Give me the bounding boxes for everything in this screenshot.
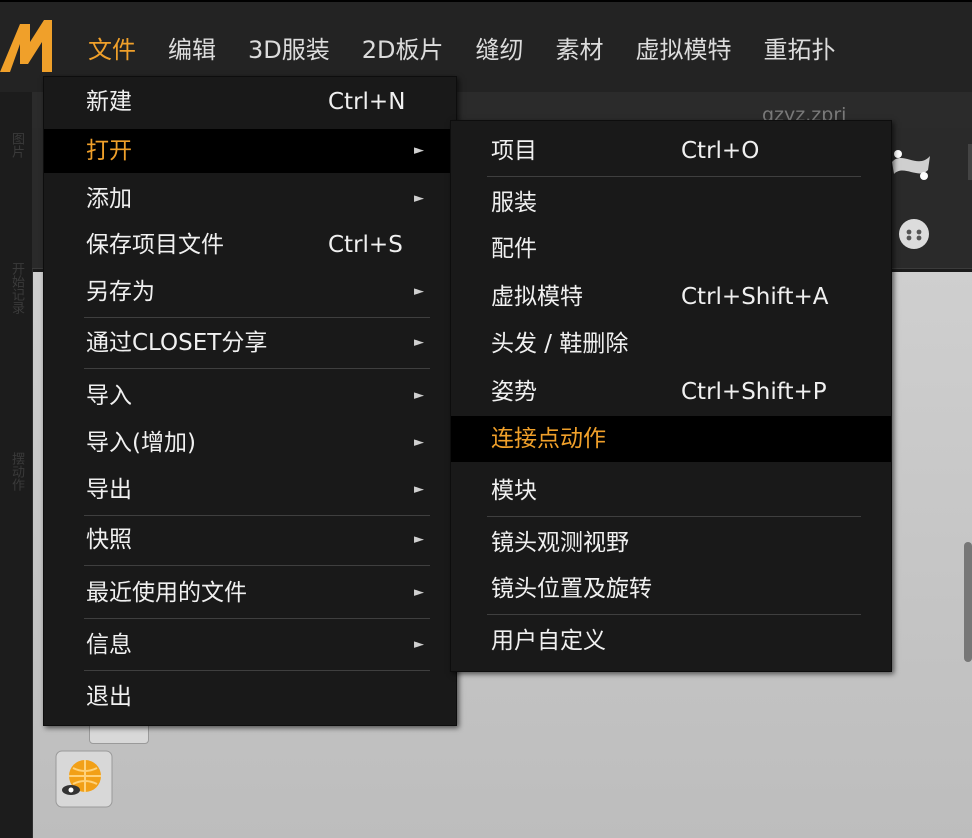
- file-menu-item-info[interactable]: 信息 ►: [44, 623, 456, 667]
- left-toolbar: 图片 开始记录 摆动作: [0, 92, 33, 838]
- file-menu-item-add[interactable]: 添加 ►: [44, 177, 456, 221]
- file-menu-item-new[interactable]: 新建 Ctrl+N: [44, 80, 456, 124]
- open-submenu-item-label: 配件: [491, 236, 537, 262]
- menu-materials[interactable]: 素材: [540, 30, 620, 70]
- file-menu-item-label: 信息: [86, 632, 132, 658]
- menu-file[interactable]: 文件: [72, 30, 152, 70]
- file-menu-item-label: 添加: [86, 186, 132, 212]
- menu-retopology[interactable]: 重拓扑: [748, 30, 852, 70]
- open-submenu-item-camera-fov[interactable]: 镜头观测视野: [451, 521, 891, 565]
- file-menu-item-import-add[interactable]: 导入(增加) ►: [44, 421, 456, 465]
- submenu-arrow-icon: ►: [414, 435, 424, 450]
- open-submenu-item-label: 用户自定义: [491, 628, 606, 654]
- logo-icon: [0, 20, 52, 72]
- left-label-pose[interactable]: 摆动作: [4, 452, 26, 491]
- file-menu-item-save-as[interactable]: 另存为 ►: [44, 270, 456, 314]
- open-submenu-item-pose[interactable]: 姿势 Ctrl+Shift+P: [451, 370, 891, 414]
- submenu-arrow-icon: ►: [414, 388, 424, 403]
- shortcut-label: Ctrl+O: [681, 138, 760, 164]
- file-menu-item-open[interactable]: 打开 ►: [44, 129, 456, 173]
- fabric-tool-icon[interactable]: [888, 140, 934, 186]
- file-menu-item-closet-share[interactable]: 通过CLOSET分享 ►: [44, 321, 456, 365]
- open-submenu-item-camera-position[interactable]: 镜头位置及旋转: [451, 567, 891, 611]
- file-menu-item-recent[interactable]: 最近使用的文件 ►: [44, 571, 456, 615]
- file-menu-item-label: 最近使用的文件: [86, 580, 247, 606]
- open-submenu-item-label: 虚拟模特: [491, 284, 583, 310]
- open-submenu-item-avatar[interactable]: 虚拟模特 Ctrl+Shift+A: [451, 275, 891, 319]
- open-submenu-item-label: 姿势: [491, 379, 537, 405]
- left-label-record[interactable]: 开始记录: [4, 262, 26, 314]
- file-menu-item-label: 另存为: [86, 279, 155, 305]
- toolbar-divider: [968, 144, 972, 180]
- open-submenu-item-label: 服装: [491, 190, 537, 216]
- left-label-image[interactable]: 图片: [4, 132, 26, 158]
- file-menu-item-label: 退出: [86, 684, 132, 710]
- menu-sewing[interactable]: 缝纫: [460, 30, 540, 70]
- menu-separator: [84, 670, 430, 671]
- file-menu-item-import[interactable]: 导入 ►: [44, 374, 456, 418]
- menu-separator: [84, 368, 430, 369]
- menu-separator: [487, 614, 861, 615]
- file-menu-item-exit[interactable]: 退出: [44, 675, 456, 719]
- open-submenu-item-module[interactable]: 模块: [451, 469, 891, 513]
- menu-edit[interactable]: 编辑: [152, 30, 232, 70]
- open-submenu-item-label: 镜头观测视野: [491, 530, 629, 556]
- globe-eye-icon[interactable]: [55, 750, 113, 808]
- menu-separator: [84, 565, 430, 566]
- open-submenu-item-accessory[interactable]: 配件: [451, 227, 891, 271]
- open-submenu-item-joint-motion[interactable]: 连接点动作: [451, 416, 891, 462]
- menu-avatar[interactable]: 虚拟模特: [620, 30, 748, 70]
- open-submenu: 项目 Ctrl+O 服装 配件 虚拟模特 Ctrl+Shift+A 头发 / 鞋…: [450, 120, 892, 672]
- file-menu: 新建 Ctrl+N 打开 ► 添加 ► 保存项目文件 Ctrl+S 另存为 ► …: [43, 76, 457, 726]
- open-submenu-item-label: 连接点动作: [491, 426, 606, 452]
- menu-2d-pattern[interactable]: 2D板片: [346, 30, 460, 70]
- file-menu-item-label: 导出: [86, 477, 132, 503]
- shortcut-label: Ctrl+S: [328, 232, 403, 258]
- file-menu-item-snapshot[interactable]: 快照 ►: [44, 518, 456, 562]
- menu-separator: [84, 515, 430, 516]
- file-menu-item-label: 打开: [86, 138, 132, 164]
- open-submenu-item-label: 项目: [491, 138, 537, 164]
- submenu-arrow-icon: ►: [414, 284, 424, 299]
- submenu-arrow-icon: ►: [414, 637, 424, 652]
- open-submenu-item-label: 模块: [491, 478, 537, 504]
- avatar-edge: [964, 542, 972, 662]
- file-menu-item-label: 通过CLOSET分享: [86, 330, 268, 356]
- shortcut-label: Ctrl+N: [328, 89, 406, 115]
- open-submenu-item-hair-shoes[interactable]: 头发 / 鞋删除: [451, 322, 891, 366]
- submenu-arrow-icon: ►: [414, 191, 424, 206]
- submenu-arrow-icon: ►: [414, 335, 424, 350]
- shortcut-label: Ctrl+Shift+A: [681, 284, 829, 310]
- open-submenu-item-label: 头发 / 鞋删除: [491, 331, 629, 357]
- menu-separator: [487, 516, 861, 517]
- open-submenu-item-garment[interactable]: 服装: [451, 181, 891, 225]
- menubar-items: 文件 编辑 3D服装 2D板片 缝纫 素材 虚拟模特 重拓扑: [72, 30, 852, 70]
- menu-separator: [487, 176, 861, 177]
- file-menu-item-export[interactable]: 导出 ►: [44, 468, 456, 512]
- menu-separator: [84, 317, 430, 318]
- file-menu-item-label: 导入(增加): [86, 430, 196, 456]
- submenu-arrow-icon: ►: [414, 585, 424, 600]
- open-submenu-item-custom[interactable]: 用户自定义: [451, 619, 891, 663]
- file-menu-item-save[interactable]: 保存项目文件 Ctrl+S: [44, 223, 456, 267]
- submenu-arrow-icon: ►: [414, 532, 424, 547]
- button-tool-icon[interactable]: [894, 214, 940, 260]
- menu-separator: [84, 618, 430, 619]
- open-submenu-item-project[interactable]: 项目 Ctrl+O: [451, 129, 891, 173]
- shortcut-label: Ctrl+Shift+P: [681, 379, 827, 405]
- file-menu-item-label: 快照: [86, 527, 132, 553]
- menu-3d-garment[interactable]: 3D服装: [232, 30, 346, 70]
- open-submenu-item-label: 镜头位置及旋转: [491, 576, 652, 602]
- file-menu-item-label: 保存项目文件: [86, 232, 224, 258]
- file-menu-item-label: 新建: [86, 89, 132, 115]
- submenu-arrow-icon: ►: [414, 143, 424, 158]
- file-menu-item-label: 导入: [86, 383, 132, 409]
- submenu-arrow-icon: ►: [414, 482, 424, 497]
